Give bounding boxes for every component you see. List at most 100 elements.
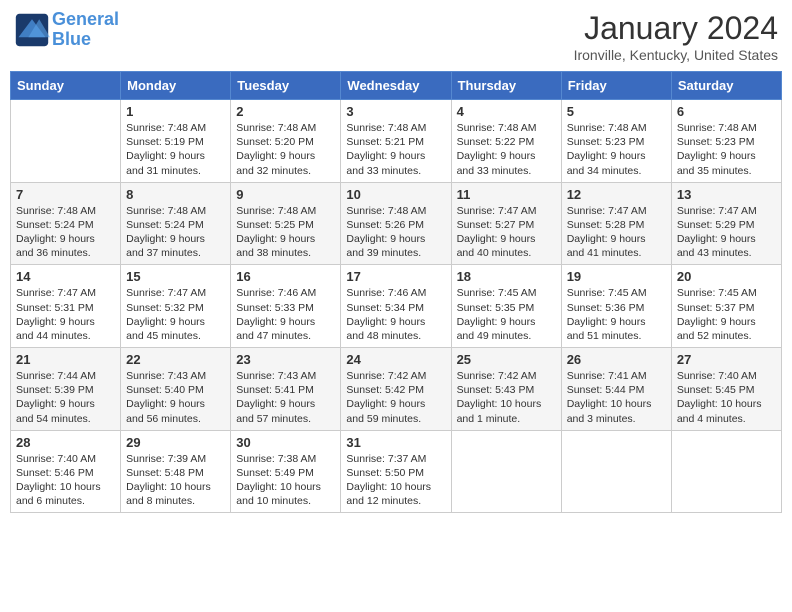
day-info: Sunrise: 7:48 AMSunset: 5:19 PMDaylight:…	[126, 121, 225, 178]
calendar-cell: 13 Sunrise: 7:47 AMSunset: 5:29 PMDayligh…	[671, 182, 781, 265]
day-info: Sunrise: 7:48 AMSunset: 5:20 PMDaylight:…	[236, 121, 335, 178]
calendar-week-row: 1 Sunrise: 7:48 AMSunset: 5:19 PMDaylight…	[11, 100, 782, 183]
calendar-cell: 2 Sunrise: 7:48 AMSunset: 5:20 PMDaylight…	[231, 100, 341, 183]
calendar-cell: 5Sunrise: 7:48 AMSunset: 5:23 PMDaylight…	[561, 100, 671, 183]
day-number: 15	[126, 269, 225, 284]
day-number: 1	[126, 104, 225, 119]
weekday-header: Monday	[121, 72, 231, 100]
weekday-header: Saturday	[671, 72, 781, 100]
day-number: 9	[236, 187, 335, 202]
calendar-cell: 12 Sunrise: 7:47 AMSunset: 5:28 PMDayligh…	[561, 182, 671, 265]
calendar-cell: 23 Sunrise: 7:43 AMSunset: 5:41 PMDayligh…	[231, 348, 341, 431]
day-number: 6	[677, 104, 776, 119]
calendar-cell: 14Sunrise: 7:47 AMSunset: 5:31 PMDayligh…	[11, 265, 121, 348]
day-info: Sunrise: 7:40 AMSunset: 5:45 PMDaylight:…	[677, 369, 776, 426]
calendar-cell: 24Sunrise: 7:42 AMSunset: 5:42 PMDayligh…	[341, 348, 451, 431]
calendar-week-row: 21Sunrise: 7:44 AMSunset: 5:39 PMDayligh…	[11, 348, 782, 431]
calendar-cell: 4 Sunrise: 7:48 AMSunset: 5:22 PMDaylight…	[451, 100, 561, 183]
calendar-cell: 31 Sunrise: 7:37 AMSunset: 5:50 PMDayligh…	[341, 430, 451, 513]
day-info: Sunrise: 7:48 AMSunset: 5:23 PMDaylight:…	[677, 121, 776, 178]
calendar-cell	[451, 430, 561, 513]
day-number: 19	[567, 269, 666, 284]
calendar-cell: 10 Sunrise: 7:48 AMSunset: 5:26 PMDayligh…	[341, 182, 451, 265]
day-number: 29	[126, 435, 225, 450]
day-number: 26	[567, 352, 666, 367]
calendar-cell: 17Sunrise: 7:46 AMSunset: 5:34 PMDayligh…	[341, 265, 451, 348]
logo: General Blue	[14, 10, 119, 50]
day-info: Sunrise: 7:40 AMSunset: 5:46 PMDaylight:…	[16, 452, 115, 509]
day-number: 25	[457, 352, 556, 367]
day-number: 4	[457, 104, 556, 119]
day-info: Sunrise: 7:43 AMSunset: 5:41 PMDaylight:…	[236, 369, 335, 426]
weekday-header: Wednesday	[341, 72, 451, 100]
day-info: Sunrise: 7:46 AMSunset: 5:33 PMDaylight:…	[236, 286, 335, 343]
day-number: 2	[236, 104, 335, 119]
day-info: Sunrise: 7:47 AMSunset: 5:32 PMDaylight:…	[126, 286, 225, 343]
logo-icon	[14, 12, 50, 48]
day-number: 17	[346, 269, 445, 284]
day-info: Sunrise: 7:45 AMSunset: 5:36 PMDaylight:…	[567, 286, 666, 343]
day-number: 31	[346, 435, 445, 450]
day-number: 7	[16, 187, 115, 202]
day-info: Sunrise: 7:38 AMSunset: 5:49 PMDaylight:…	[236, 452, 335, 509]
calendar-cell: 30 Sunrise: 7:38 AMSunset: 5:49 PMDayligh…	[231, 430, 341, 513]
location: Ironville, Kentucky, United States	[574, 47, 778, 63]
day-number: 22	[126, 352, 225, 367]
calendar-cell: 21Sunrise: 7:44 AMSunset: 5:39 PMDayligh…	[11, 348, 121, 431]
calendar-cell: 27 Sunrise: 7:40 AMSunset: 5:45 PMDayligh…	[671, 348, 781, 431]
calendar-cell: 18Sunrise: 7:45 AMSunset: 5:35 PMDayligh…	[451, 265, 561, 348]
month-title: January 2024	[574, 10, 778, 47]
day-info: Sunrise: 7:42 AMSunset: 5:43 PMDaylight:…	[457, 369, 556, 426]
calendar-cell: 7 Sunrise: 7:48 AMSunset: 5:24 PMDaylight…	[11, 182, 121, 265]
calendar-week-row: 14Sunrise: 7:47 AMSunset: 5:31 PMDayligh…	[11, 265, 782, 348]
day-number: 20	[677, 269, 776, 284]
calendar-cell: 6 Sunrise: 7:48 AMSunset: 5:23 PMDaylight…	[671, 100, 781, 183]
weekday-header: Sunday	[11, 72, 121, 100]
calendar-cell: 20Sunrise: 7:45 AMSunset: 5:37 PMDayligh…	[671, 265, 781, 348]
calendar-cell: 25 Sunrise: 7:42 AMSunset: 5:43 PMDayligh…	[451, 348, 561, 431]
calendar-table: SundayMondayTuesdayWednesdayThursdayFrid…	[10, 71, 782, 513]
day-info: Sunrise: 7:47 AMSunset: 5:28 PMDaylight:…	[567, 204, 666, 261]
calendar-cell: 1 Sunrise: 7:48 AMSunset: 5:19 PMDaylight…	[121, 100, 231, 183]
day-number: 23	[236, 352, 335, 367]
day-number: 28	[16, 435, 115, 450]
calendar-cell: 9 Sunrise: 7:48 AMSunset: 5:25 PMDaylight…	[231, 182, 341, 265]
day-info: Sunrise: 7:48 AMSunset: 5:22 PMDaylight:…	[457, 121, 556, 178]
weekday-header: Thursday	[451, 72, 561, 100]
day-number: 12	[567, 187, 666, 202]
day-number: 13	[677, 187, 776, 202]
day-info: Sunrise: 7:47 AMSunset: 5:27 PMDaylight:…	[457, 204, 556, 261]
day-info: Sunrise: 7:47 AMSunset: 5:29 PMDaylight:…	[677, 204, 776, 261]
calendar-cell: 11 Sunrise: 7:47 AMSunset: 5:27 PMDayligh…	[451, 182, 561, 265]
day-info: Sunrise: 7:37 AMSunset: 5:50 PMDaylight:…	[346, 452, 445, 509]
day-number: 10	[346, 187, 445, 202]
day-info: Sunrise: 7:48 AMSunset: 5:26 PMDaylight:…	[346, 204, 445, 261]
day-number: 30	[236, 435, 335, 450]
day-number: 14	[16, 269, 115, 284]
day-info: Sunrise: 7:41 AMSunset: 5:44 PMDaylight:…	[567, 369, 666, 426]
calendar-cell: 26 Sunrise: 7:41 AMSunset: 5:44 PMDayligh…	[561, 348, 671, 431]
calendar-cell	[561, 430, 671, 513]
calendar-cell: 8Sunrise: 7:48 AMSunset: 5:24 PMDaylight…	[121, 182, 231, 265]
day-info: Sunrise: 7:45 AMSunset: 5:35 PMDaylight:…	[457, 286, 556, 343]
day-info: Sunrise: 7:48 AMSunset: 5:25 PMDaylight:…	[236, 204, 335, 261]
day-number: 11	[457, 187, 556, 202]
calendar-cell: 15 Sunrise: 7:47 AMSunset: 5:32 PMDayligh…	[121, 265, 231, 348]
weekday-header: Tuesday	[231, 72, 341, 100]
day-number: 27	[677, 352, 776, 367]
day-info: Sunrise: 7:43 AMSunset: 5:40 PMDaylight:…	[126, 369, 225, 426]
day-number: 5	[567, 104, 666, 119]
calendar-cell: 16 Sunrise: 7:46 AMSunset: 5:33 PMDayligh…	[231, 265, 341, 348]
calendar-cell: 19 Sunrise: 7:45 AMSunset: 5:36 PMDayligh…	[561, 265, 671, 348]
calendar-cell: 29 Sunrise: 7:39 AMSunset: 5:48 PMDayligh…	[121, 430, 231, 513]
day-number: 16	[236, 269, 335, 284]
day-info: Sunrise: 7:48 AMSunset: 5:24 PMDaylight:…	[16, 204, 115, 261]
calendar-cell: 3Sunrise: 7:48 AMSunset: 5:21 PMDaylight…	[341, 100, 451, 183]
calendar-week-row: 7 Sunrise: 7:48 AMSunset: 5:24 PMDaylight…	[11, 182, 782, 265]
calendar-week-row: 28 Sunrise: 7:40 AMSunset: 5:46 PMDayligh…	[11, 430, 782, 513]
calendar-cell	[671, 430, 781, 513]
day-info: Sunrise: 7:42 AMSunset: 5:42 PMDaylight:…	[346, 369, 445, 426]
day-info: Sunrise: 7:39 AMSunset: 5:48 PMDaylight:…	[126, 452, 225, 509]
day-number: 8	[126, 187, 225, 202]
page-header: General Blue January 2024 Ironville, Ken…	[10, 10, 782, 63]
